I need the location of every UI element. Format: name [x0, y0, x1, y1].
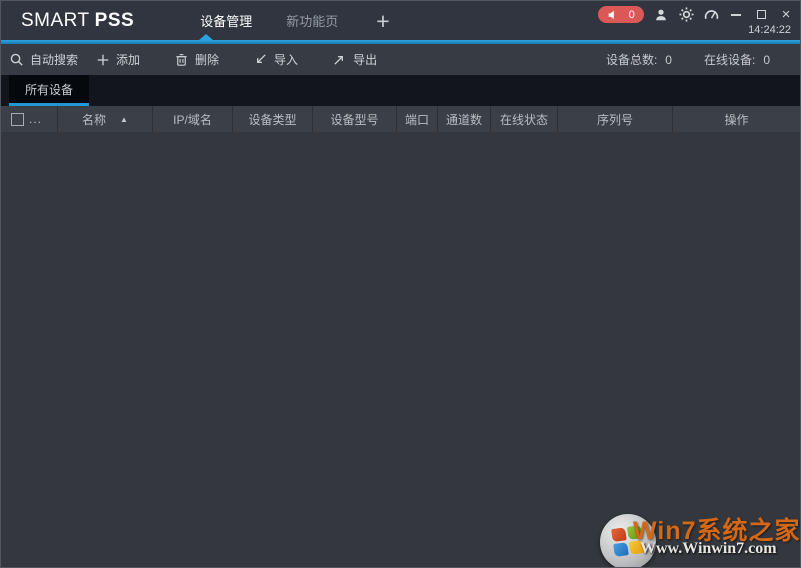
device-table-body: Win7系统之家 Www.Winwin7.com — [1, 132, 800, 567]
column-device-model[interactable]: 设备型号 — [313, 106, 397, 132]
column-select: ... — [1, 106, 58, 132]
online-devices-label: 在线设备: — [703, 53, 756, 67]
main-tabs: 设备管理 新功能页 + — [200, 9, 389, 32]
logo-pss: PSS — [94, 9, 135, 31]
device-stats: 设备总数: 0 在线设备: 0 — [606, 44, 770, 75]
speaker-icon — [607, 9, 619, 21]
tab-new-function-page[interactable]: 新功能页 — [286, 11, 338, 30]
toolbar: 自动搜索 添加 删除 导入 导出 设备总数: 0 在线设备: 0 — [1, 44, 800, 75]
tab-all-devices[interactable]: 所有设备 — [9, 75, 89, 103]
netspeed-gauge-icon[interactable] — [703, 7, 719, 23]
gear-icon[interactable] — [678, 7, 694, 23]
export-button[interactable]: 导出 — [332, 51, 377, 68]
alarm-badge[interactable]: 0 — [598, 6, 644, 23]
titlebar-right-controls: 0 × — [598, 6, 794, 23]
column-more[interactable]: ... — [29, 112, 42, 126]
online-devices-value: 0 — [763, 52, 770, 67]
export-label: 导出 — [353, 53, 378, 67]
column-ip-domain[interactable]: IP/域名 — [153, 106, 233, 132]
select-all-checkbox[interactable] — [11, 112, 24, 126]
minimize-button[interactable] — [728, 7, 744, 23]
trash-icon — [176, 54, 187, 66]
import-button[interactable]: 导入 — [253, 51, 298, 68]
search-icon — [10, 53, 23, 66]
column-name-label: 名称 — [82, 112, 107, 127]
auto-search-button[interactable]: 自动搜索 — [9, 51, 78, 68]
delete-button[interactable]: 删除 — [174, 51, 219, 68]
add-label: 添加 — [116, 53, 141, 67]
plus-icon — [97, 54, 109, 65]
maximize-icon — [756, 10, 766, 19]
minimize-icon — [731, 13, 741, 16]
device-table-header: ... 名称 ▲ IP/域名 设备类型 设备型号 端口 通道数 在线状态 序列号… — [1, 106, 800, 132]
active-tab-caret — [199, 34, 213, 40]
total-devices-value: 0 — [665, 52, 672, 67]
add-button[interactable]: 添加 — [96, 51, 140, 68]
column-name[interactable]: 名称 ▲ — [58, 106, 153, 132]
active-tab-underline — [9, 103, 89, 106]
alarm-count: 0 — [628, 8, 635, 21]
app-logo: SMART PSS — [21, 10, 134, 32]
auto-search-label: 自动搜索 — [30, 53, 79, 67]
total-devices-stat: 设备总数: 0 — [606, 51, 672, 68]
online-devices-stat: 在线设备: 0 — [704, 51, 770, 68]
titlebar: SMART PSS 设备管理 新功能页 + 0 × 14:24:22 — [1, 1, 800, 40]
total-devices-label: 设备总数: — [605, 53, 658, 67]
tab-device-manager[interactable]: 设备管理 — [200, 11, 252, 30]
clock: 14:24:22 — [748, 24, 791, 36]
column-port[interactable]: 端口 — [397, 106, 438, 132]
import-label: 导入 — [274, 53, 299, 67]
column-device-type[interactable]: 设备类型 — [233, 106, 313, 132]
column-channel-count[interactable]: 通道数 — [438, 106, 491, 132]
flag-pane-blue — [613, 542, 629, 557]
close-button[interactable]: × — [778, 7, 794, 23]
flag-pane-red — [611, 527, 627, 543]
column-serial-number[interactable]: 序列号 — [558, 106, 673, 132]
delete-label: 删除 — [195, 53, 220, 67]
logo-smart: SMART — [21, 9, 90, 31]
column-online-status[interactable]: 在线状态 — [491, 106, 558, 132]
maximize-button[interactable] — [753, 7, 769, 23]
export-icon — [334, 56, 344, 65]
new-tab-button[interactable]: + — [376, 9, 389, 32]
smartpss-window: SMART PSS 设备管理 新功能页 + 0 × 14:24:22 自动搜索 … — [0, 0, 801, 568]
column-operation[interactable]: 操作 — [673, 106, 800, 132]
watermark: Win7系统之家 Www.Winwin7.com — [600, 505, 800, 567]
import-icon — [257, 54, 266, 63]
user-icon[interactable] — [653, 7, 669, 23]
device-tabstrip: 所有设备 — [1, 75, 800, 106]
sort-asc-icon[interactable]: ▲ — [120, 115, 128, 124]
watermark-url: Www.Winwin7.com — [640, 540, 777, 557]
